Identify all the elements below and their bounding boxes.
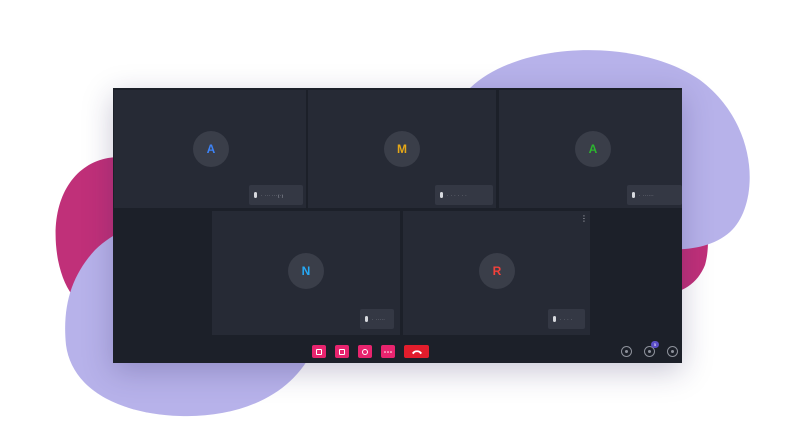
participant-name: · · · · · · xyxy=(447,192,468,198)
participant-name: · ····· xyxy=(372,316,386,322)
more-icon[interactable] xyxy=(381,345,395,358)
screen-share-icon[interactable] xyxy=(358,345,372,358)
settings-dot xyxy=(671,350,674,353)
participants-count-badge: 5 xyxy=(651,341,659,348)
participant-avatar: N xyxy=(288,253,324,289)
microphone-icon xyxy=(365,316,368,322)
document-icon[interactable] xyxy=(312,345,326,358)
info-icon[interactable] xyxy=(621,346,632,357)
participant-nameplate: · ··· ···(·) xyxy=(249,185,303,205)
microphone-icon xyxy=(440,192,443,198)
participant-avatar: A xyxy=(193,131,229,167)
participant-tile[interactable]: N · ····· xyxy=(212,211,400,335)
marketing-stage: A · ··· ···(·) M · · · · · · A · ····· · … xyxy=(0,0,800,431)
participant-tile[interactable]: ⋮ R · · · · xyxy=(403,211,590,335)
document-glyph xyxy=(316,348,322,355)
participant-tile[interactable]: M · · · · · · xyxy=(308,90,496,208)
microphone-icon xyxy=(553,316,556,322)
participant-name: · ··· ···(·) xyxy=(261,192,284,198)
participants-dot xyxy=(648,350,651,353)
avatar-initial: A xyxy=(206,142,216,156)
participant-name: · · · · xyxy=(560,316,573,322)
participant-avatar: M xyxy=(384,131,420,167)
microphone-icon xyxy=(632,192,635,198)
participant-nameplate: · ····· xyxy=(360,309,394,329)
meeting-window: A · ··· ···(·) M · · · · · · A · ····· · … xyxy=(113,88,682,363)
avatar-initial: N xyxy=(301,264,311,278)
more-dots xyxy=(384,350,392,353)
participant-nameplate: · · · · xyxy=(548,309,585,329)
participant-name: · ······ xyxy=(639,192,655,198)
tile-menu-icon[interactable]: ⋮ xyxy=(580,215,588,223)
participant-nameplate: · ······ xyxy=(627,185,682,205)
participant-tile[interactable]: A · ······ xyxy=(499,90,682,208)
chat-icon[interactable] xyxy=(335,345,349,358)
avatar-initial: A xyxy=(588,142,598,156)
participant-avatar: R xyxy=(479,253,515,289)
chat-glyph xyxy=(339,348,345,355)
control-bar: 5 xyxy=(113,338,682,363)
participant-nameplate: · · · · · · xyxy=(435,185,493,205)
end-call-button[interactable] xyxy=(404,345,429,358)
participant-tile[interactable]: A · ··· ···(·) xyxy=(114,90,306,208)
settings-icon[interactable] xyxy=(667,346,678,357)
screen-share-glyph xyxy=(362,348,368,355)
microphone-icon xyxy=(254,192,257,198)
participant-avatar: A xyxy=(575,131,611,167)
phone-hangup-icon xyxy=(411,349,422,354)
info-dot xyxy=(625,350,628,353)
avatar-initial: M xyxy=(397,142,407,156)
avatar-initial: R xyxy=(492,264,502,278)
